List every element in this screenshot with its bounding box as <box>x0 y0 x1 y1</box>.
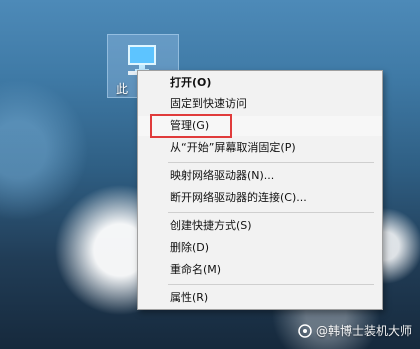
menu-separator <box>168 212 374 213</box>
watermark-text: @韩博士装机大师 <box>315 324 412 338</box>
menu-item-create-shortcut[interactable]: 创建快捷方式(S) <box>138 216 382 236</box>
menu-item-disconnect-network-drive[interactable]: 断开网络驱动器的连接(C)... <box>138 188 382 208</box>
menu-item-rename[interactable]: 重命名(M) <box>138 260 382 280</box>
menu-item-map-network-drive[interactable]: 映射网络驱动器(N)... <box>138 166 382 186</box>
watermark-logo-icon <box>298 323 312 338</box>
menu-separator <box>168 162 374 163</box>
menu-item-pin-quick-access[interactable]: 固定到快速访问 <box>138 94 382 114</box>
menu-item-unpin-start[interactable]: 从“开始”屏幕取消固定(P) <box>138 138 382 158</box>
watermark: @韩博士装机大师 <box>298 322 412 339</box>
menu-item-delete[interactable]: 删除(D) <box>138 238 382 258</box>
menu-item-properties[interactable]: 属性(R) <box>138 288 382 308</box>
menu-item-open[interactable]: 打开(O) <box>138 73 382 93</box>
context-menu: 打开(O) 固定到快速访问 管理(G) 从“开始”屏幕取消固定(P) 映射网络驱… <box>137 70 383 310</box>
manage-highlight-box <box>150 114 232 138</box>
menu-separator <box>168 284 374 285</box>
